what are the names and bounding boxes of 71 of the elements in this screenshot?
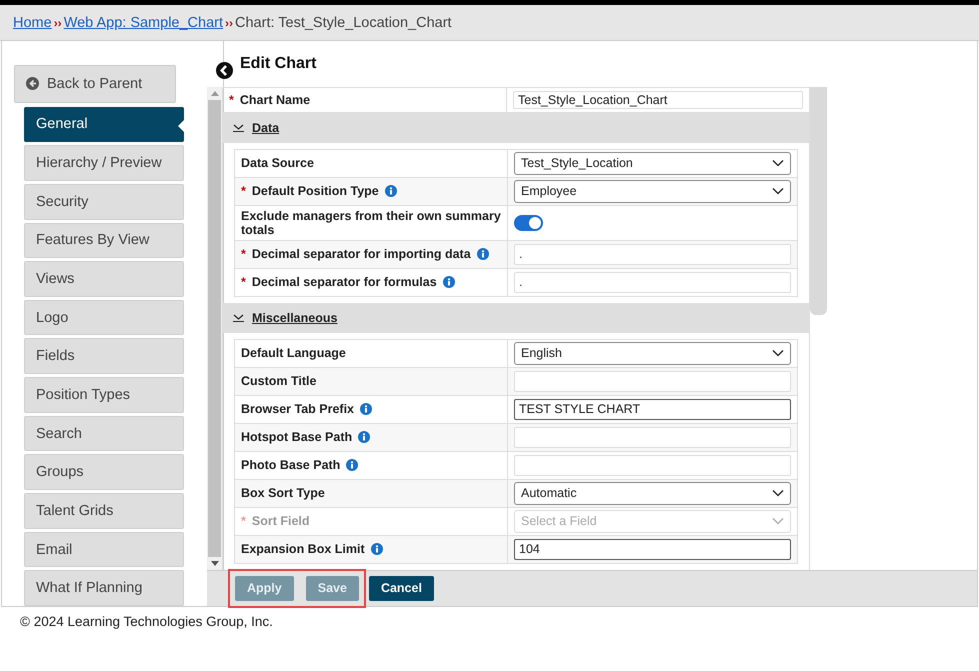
info-icon[interactable] [346, 459, 358, 472]
sidebar-item[interactable]: Security [24, 184, 184, 220]
chevron-icon [233, 314, 244, 322]
field-label: Browser Tab Prefix [235, 396, 507, 423]
input-field[interactable] [514, 370, 791, 392]
dropdown-field[interactable]: English [514, 342, 791, 365]
section-header[interactable]: Miscellaneous [223, 302, 809, 333]
scroll-down-icon[interactable] [210, 560, 218, 566]
input-field[interactable]: Test_Style_Location_Chart [513, 90, 803, 109]
sidebar-item[interactable]: Email [24, 532, 184, 568]
breadcrumb-current: Chart: Test_Style_Location_Chart [235, 14, 452, 30]
field-label: * Decimal separator for importing data [235, 240, 507, 268]
breadcrumb-link[interactable]: Home [13, 14, 52, 30]
sidebar-item[interactable]: Fields [24, 338, 184, 374]
caret-icon [772, 349, 784, 358]
field-label: Exclude managers from their own summary totals [240, 208, 502, 239]
page-title: Edit Chart [240, 54, 316, 73]
back-button[interactable]: Back to Parent [14, 65, 176, 103]
sidebar-item[interactable]: Groups [24, 454, 184, 490]
info-icon[interactable] [442, 276, 455, 288]
input-field[interactable]: . [514, 272, 791, 293]
back-arrow-icon [26, 77, 39, 90]
input-field[interactable] [514, 426, 791, 448]
field-label: Data Source [240, 155, 315, 172]
sidebar-item[interactable]: Hierarchy / Preview [24, 145, 184, 181]
info-icon[interactable] [358, 431, 370, 444]
caret-icon [772, 489, 784, 498]
dropdown-field[interactable]: Employee [514, 180, 791, 203]
scrollbar[interactable] [810, 86, 827, 315]
field-label: * Sort Field [240, 513, 311, 530]
field-label: * Chart Name [228, 92, 312, 109]
field-label: Photo Base Path [235, 452, 507, 479]
sidebar-item[interactable]: Talent Grids [24, 493, 184, 529]
field-label: Default Language [240, 345, 347, 362]
chevron-icon [233, 124, 244, 132]
input-field[interactable]: . [514, 244, 791, 265]
scrollbar[interactable] [207, 86, 222, 570]
caret-icon [772, 187, 784, 196]
field-label: * Default Position Type [235, 178, 507, 205]
breadcrumb-link[interactable]: Web App: Sample_Chart [64, 14, 224, 30]
action-button[interactable]: Cancel [368, 576, 434, 601]
field-label: Custom Title [240, 373, 318, 390]
field-label: * Decimal separator for formulas [235, 268, 507, 296]
sidebar-item[interactable]: Features By View [24, 222, 184, 258]
input-field[interactable]: 104 [514, 538, 791, 560]
sidebar-item[interactable]: What If Planning [24, 570, 184, 606]
input-field[interactable]: TEST STYLE CHART [514, 398, 791, 420]
sidebar-item[interactable]: Search [24, 416, 184, 452]
sidebar-item[interactable]: Logo [24, 300, 184, 336]
collapse-icon[interactable] [216, 62, 233, 79]
input-field[interactable] [514, 454, 791, 476]
sidebar-item[interactable]: General [24, 106, 184, 142]
info-icon[interactable] [476, 248, 489, 260]
caret-icon [772, 517, 784, 526]
field-label: Expansion Box Limit [235, 536, 507, 563]
sidebar-item[interactable]: Views [24, 261, 184, 297]
toggle-switch[interactable] [514, 214, 543, 231]
field-label: Hotspot Base Path [235, 424, 507, 451]
dropdown-field[interactable]: Test_Style_Location [514, 152, 791, 175]
info-icon[interactable] [370, 543, 383, 556]
field-label: Box Sort Type [240, 485, 326, 502]
breadcrumb-separator: ›› [225, 16, 234, 30]
info-icon[interactable] [384, 185, 397, 198]
section-header[interactable]: Data [223, 112, 809, 143]
info-icon[interactable] [360, 403, 372, 416]
scroll-up-icon[interactable] [210, 90, 218, 96]
dropdown-field[interactable]: Automatic [514, 482, 791, 505]
sidebar-item[interactable]: Position Types [24, 377, 184, 413]
footer-text: © 2024 Learning Technologies Group, Inc. [19, 613, 274, 629]
caret-icon [772, 159, 784, 168]
breadcrumb-separator: ›› [54, 16, 62, 30]
